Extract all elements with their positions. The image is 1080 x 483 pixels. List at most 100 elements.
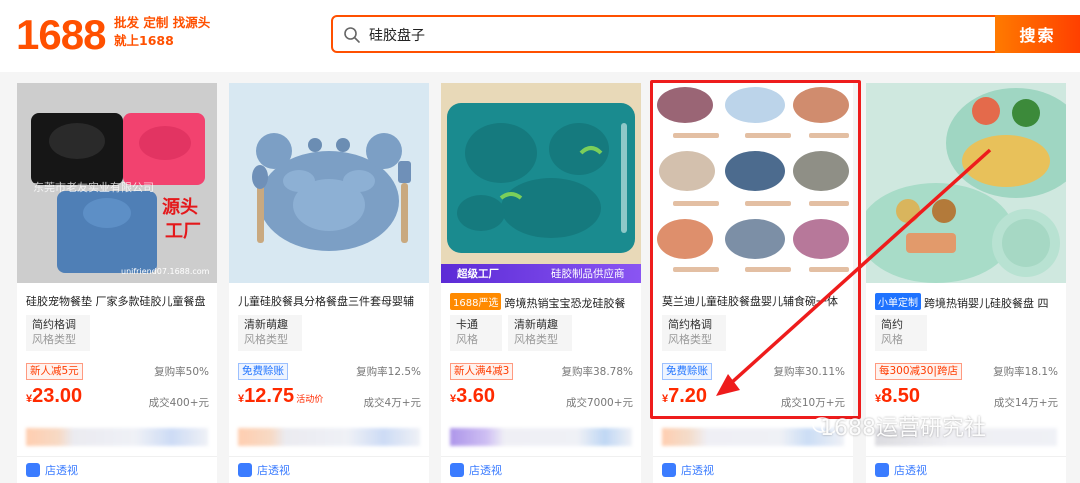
divider bbox=[17, 456, 217, 457]
strict-select-badge: 1688严选 bbox=[450, 293, 502, 310]
attribute-list: 简约格调 风格类型 bbox=[662, 315, 726, 351]
product-photo-bowls-grid bbox=[653, 83, 853, 283]
image-text-factory: 工厂 bbox=[165, 221, 201, 242]
search-input[interactable]: 硅胶盘子 bbox=[331, 15, 1080, 53]
logo[interactable]: 1688 bbox=[16, 10, 106, 60]
divider bbox=[441, 456, 641, 457]
repurchase-rate: 复购率38.78% bbox=[561, 366, 633, 378]
price: ¥23.00 bbox=[26, 385, 82, 408]
slogan-line-1: 批发 定制 找源头 bbox=[114, 15, 211, 30]
deal-volume: 成交10万+元 bbox=[780, 397, 845, 409]
divider bbox=[653, 456, 853, 457]
shop-insight-link[interactable]: 店透视 bbox=[257, 462, 290, 478]
attribute-value: 简约格调 bbox=[668, 318, 712, 331]
deal-volume: 成交14万+元 bbox=[993, 397, 1058, 409]
attribute-chip: 简约 风格 bbox=[875, 315, 927, 351]
deal-volume: 成交7000+元 bbox=[565, 397, 633, 409]
price: ¥8.50 bbox=[875, 385, 920, 408]
image-watermark-company: 东莞市老友实业有限公司 bbox=[33, 181, 154, 194]
super-factory-banner: 超级工厂 硅胶制品供应商 bbox=[441, 264, 641, 283]
attribute-chip: 卡通 风格 bbox=[450, 315, 502, 351]
search-button[interactable]: 搜索 bbox=[995, 15, 1080, 53]
price-value: 12.75 bbox=[244, 385, 295, 407]
banner-supplier-type: 硅胶制品供应商 bbox=[551, 268, 625, 280]
price-value: 8.50 bbox=[881, 385, 921, 407]
blurred-info-row bbox=[26, 428, 208, 446]
product-photo-divided-plates bbox=[866, 83, 1066, 283]
price-value: 3.60 bbox=[456, 385, 496, 407]
product-title[interactable]: 1688严选 跨境热销宝宝恐龙硅胶餐 bbox=[450, 293, 635, 311]
shop-insight-icon bbox=[26, 463, 40, 477]
product-title[interactable]: 小单定制 跨境热销婴儿硅胶餐盘 四 bbox=[875, 293, 1060, 311]
product-title[interactable]: 儿童硅胶餐具分格餐盘三件套母婴辅 bbox=[238, 293, 423, 309]
attribute-list: 简约格调 风格类型 bbox=[26, 315, 90, 351]
product-photo-dinosaur-plate bbox=[441, 83, 641, 283]
attribute-key: 风格类型 bbox=[668, 333, 712, 346]
promo-badge: 免费赊账 bbox=[662, 363, 712, 380]
price: ¥3.60 bbox=[450, 385, 495, 408]
divider bbox=[229, 456, 429, 457]
small-order-custom-badge: 小单定制 bbox=[875, 293, 921, 310]
attribute-value: 清新萌趣 bbox=[514, 318, 558, 331]
product-card[interactable]: 儿童硅胶餐具分格餐盘三件套母婴辅 清新萌趣 风格类型 免费赊账 复购率12.5%… bbox=[229, 83, 429, 483]
price-note: 活动价 bbox=[296, 394, 324, 404]
logo-slogan: 批发 定制 找源头 就上1688 bbox=[114, 14, 224, 50]
attribute-key: 风格类型 bbox=[32, 333, 76, 346]
attribute-chip: 清新萌趣 风格类型 bbox=[238, 315, 302, 351]
product-title-text: 跨境热销宝宝恐龙硅胶餐 bbox=[504, 297, 626, 310]
attribute-key: 风格类型 bbox=[244, 333, 288, 346]
divider bbox=[866, 456, 1066, 457]
shop-insight-link[interactable]: 店透视 bbox=[45, 462, 78, 478]
blurred-info-row bbox=[238, 428, 420, 446]
repurchase-rate: 复购率30.11% bbox=[773, 366, 845, 378]
product-card[interactable]: 超级工厂 硅胶制品供应商 1688严选 跨境热销宝宝恐龙硅胶餐 卡通 风格 清新萌… bbox=[441, 83, 641, 483]
product-image[interactable]: 超级工厂 硅胶制品供应商 bbox=[441, 83, 641, 283]
slogan-line-2: 就上1688 bbox=[114, 33, 174, 48]
attribute-chip: 简约格调 风格类型 bbox=[662, 315, 726, 351]
image-watermark-url: unifriend07.1688.com bbox=[121, 267, 210, 276]
shop-insight-icon bbox=[662, 463, 676, 477]
attribute-key: 风格类型 bbox=[514, 333, 558, 346]
shop-insight-link[interactable]: 店透视 bbox=[469, 462, 502, 478]
product-title[interactable]: 莫兰迪儿童硅胶餐盘婴儿辅食碗一体 bbox=[662, 293, 847, 309]
blurred-info-row bbox=[450, 428, 632, 446]
search-query[interactable]: 硅胶盘子 bbox=[369, 25, 425, 45]
header: 1688 批发 定制 找源头 就上1688 硅胶盘子 搜索 bbox=[0, 0, 1080, 72]
price-value: 23.00 bbox=[32, 385, 83, 407]
repurchase-rate: 复购率18.1% bbox=[993, 366, 1058, 378]
promo-badge: 新人减5元 bbox=[26, 363, 83, 380]
product-card[interactable]: 东莞市老友实业有限公司 源头 工厂 unifriend07.1688.com 硅… bbox=[17, 83, 217, 483]
repurchase-rate: 复购率12.5% bbox=[356, 366, 421, 378]
product-image[interactable]: 东莞市老友实业有限公司 源头 工厂 unifriend07.1688.com bbox=[17, 83, 217, 283]
product-image[interactable] bbox=[229, 83, 429, 283]
attribute-list: 卡通 风格 清新萌趣 风格类型 bbox=[450, 315, 572, 351]
shop-insight-icon bbox=[450, 463, 464, 477]
shop-insight-link[interactable]: 店透视 bbox=[894, 462, 927, 478]
attribute-value: 简约格调 bbox=[32, 318, 76, 331]
search-icon bbox=[344, 27, 360, 43]
product-image[interactable] bbox=[866, 83, 1066, 283]
shop-insight-link[interactable]: 店透视 bbox=[681, 462, 714, 478]
attribute-list: 清新萌趣 风格类型 bbox=[238, 315, 302, 351]
attribute-key: 风格 bbox=[456, 333, 478, 346]
deal-volume: 成交400+元 bbox=[148, 397, 209, 409]
product-image[interactable] bbox=[653, 83, 853, 283]
price: ¥12.75 活动价 bbox=[238, 385, 323, 408]
attribute-chip: 简约格调 风格类型 bbox=[26, 315, 90, 351]
attribute-value: 清新萌趣 bbox=[244, 318, 288, 331]
attribute-key: 风格 bbox=[881, 333, 903, 346]
repurchase-rate: 复购率50% bbox=[154, 366, 209, 378]
shop-insight-icon bbox=[875, 463, 889, 477]
attribute-value: 简约 bbox=[881, 318, 903, 331]
product-title[interactable]: 硅胶宠物餐垫 厂家多款硅胶儿童餐盘 bbox=[26, 293, 211, 309]
product-photo-crab-plate bbox=[229, 83, 429, 283]
price: ¥7.20 bbox=[662, 385, 707, 408]
deal-volume: 成交4万+元 bbox=[363, 397, 421, 409]
attribute-list: 简约 风格 bbox=[875, 315, 927, 351]
promo-badge: 新人满4减3 bbox=[450, 363, 514, 380]
product-title-text: 跨境热销婴儿硅胶餐盘 四 bbox=[924, 297, 1049, 310]
promo-badge: 每300减30|跨店 bbox=[875, 363, 962, 380]
price-value: 7.20 bbox=[668, 385, 708, 407]
banner-super-factory: 超级工厂 bbox=[457, 268, 499, 280]
shop-insight-icon bbox=[238, 463, 252, 477]
